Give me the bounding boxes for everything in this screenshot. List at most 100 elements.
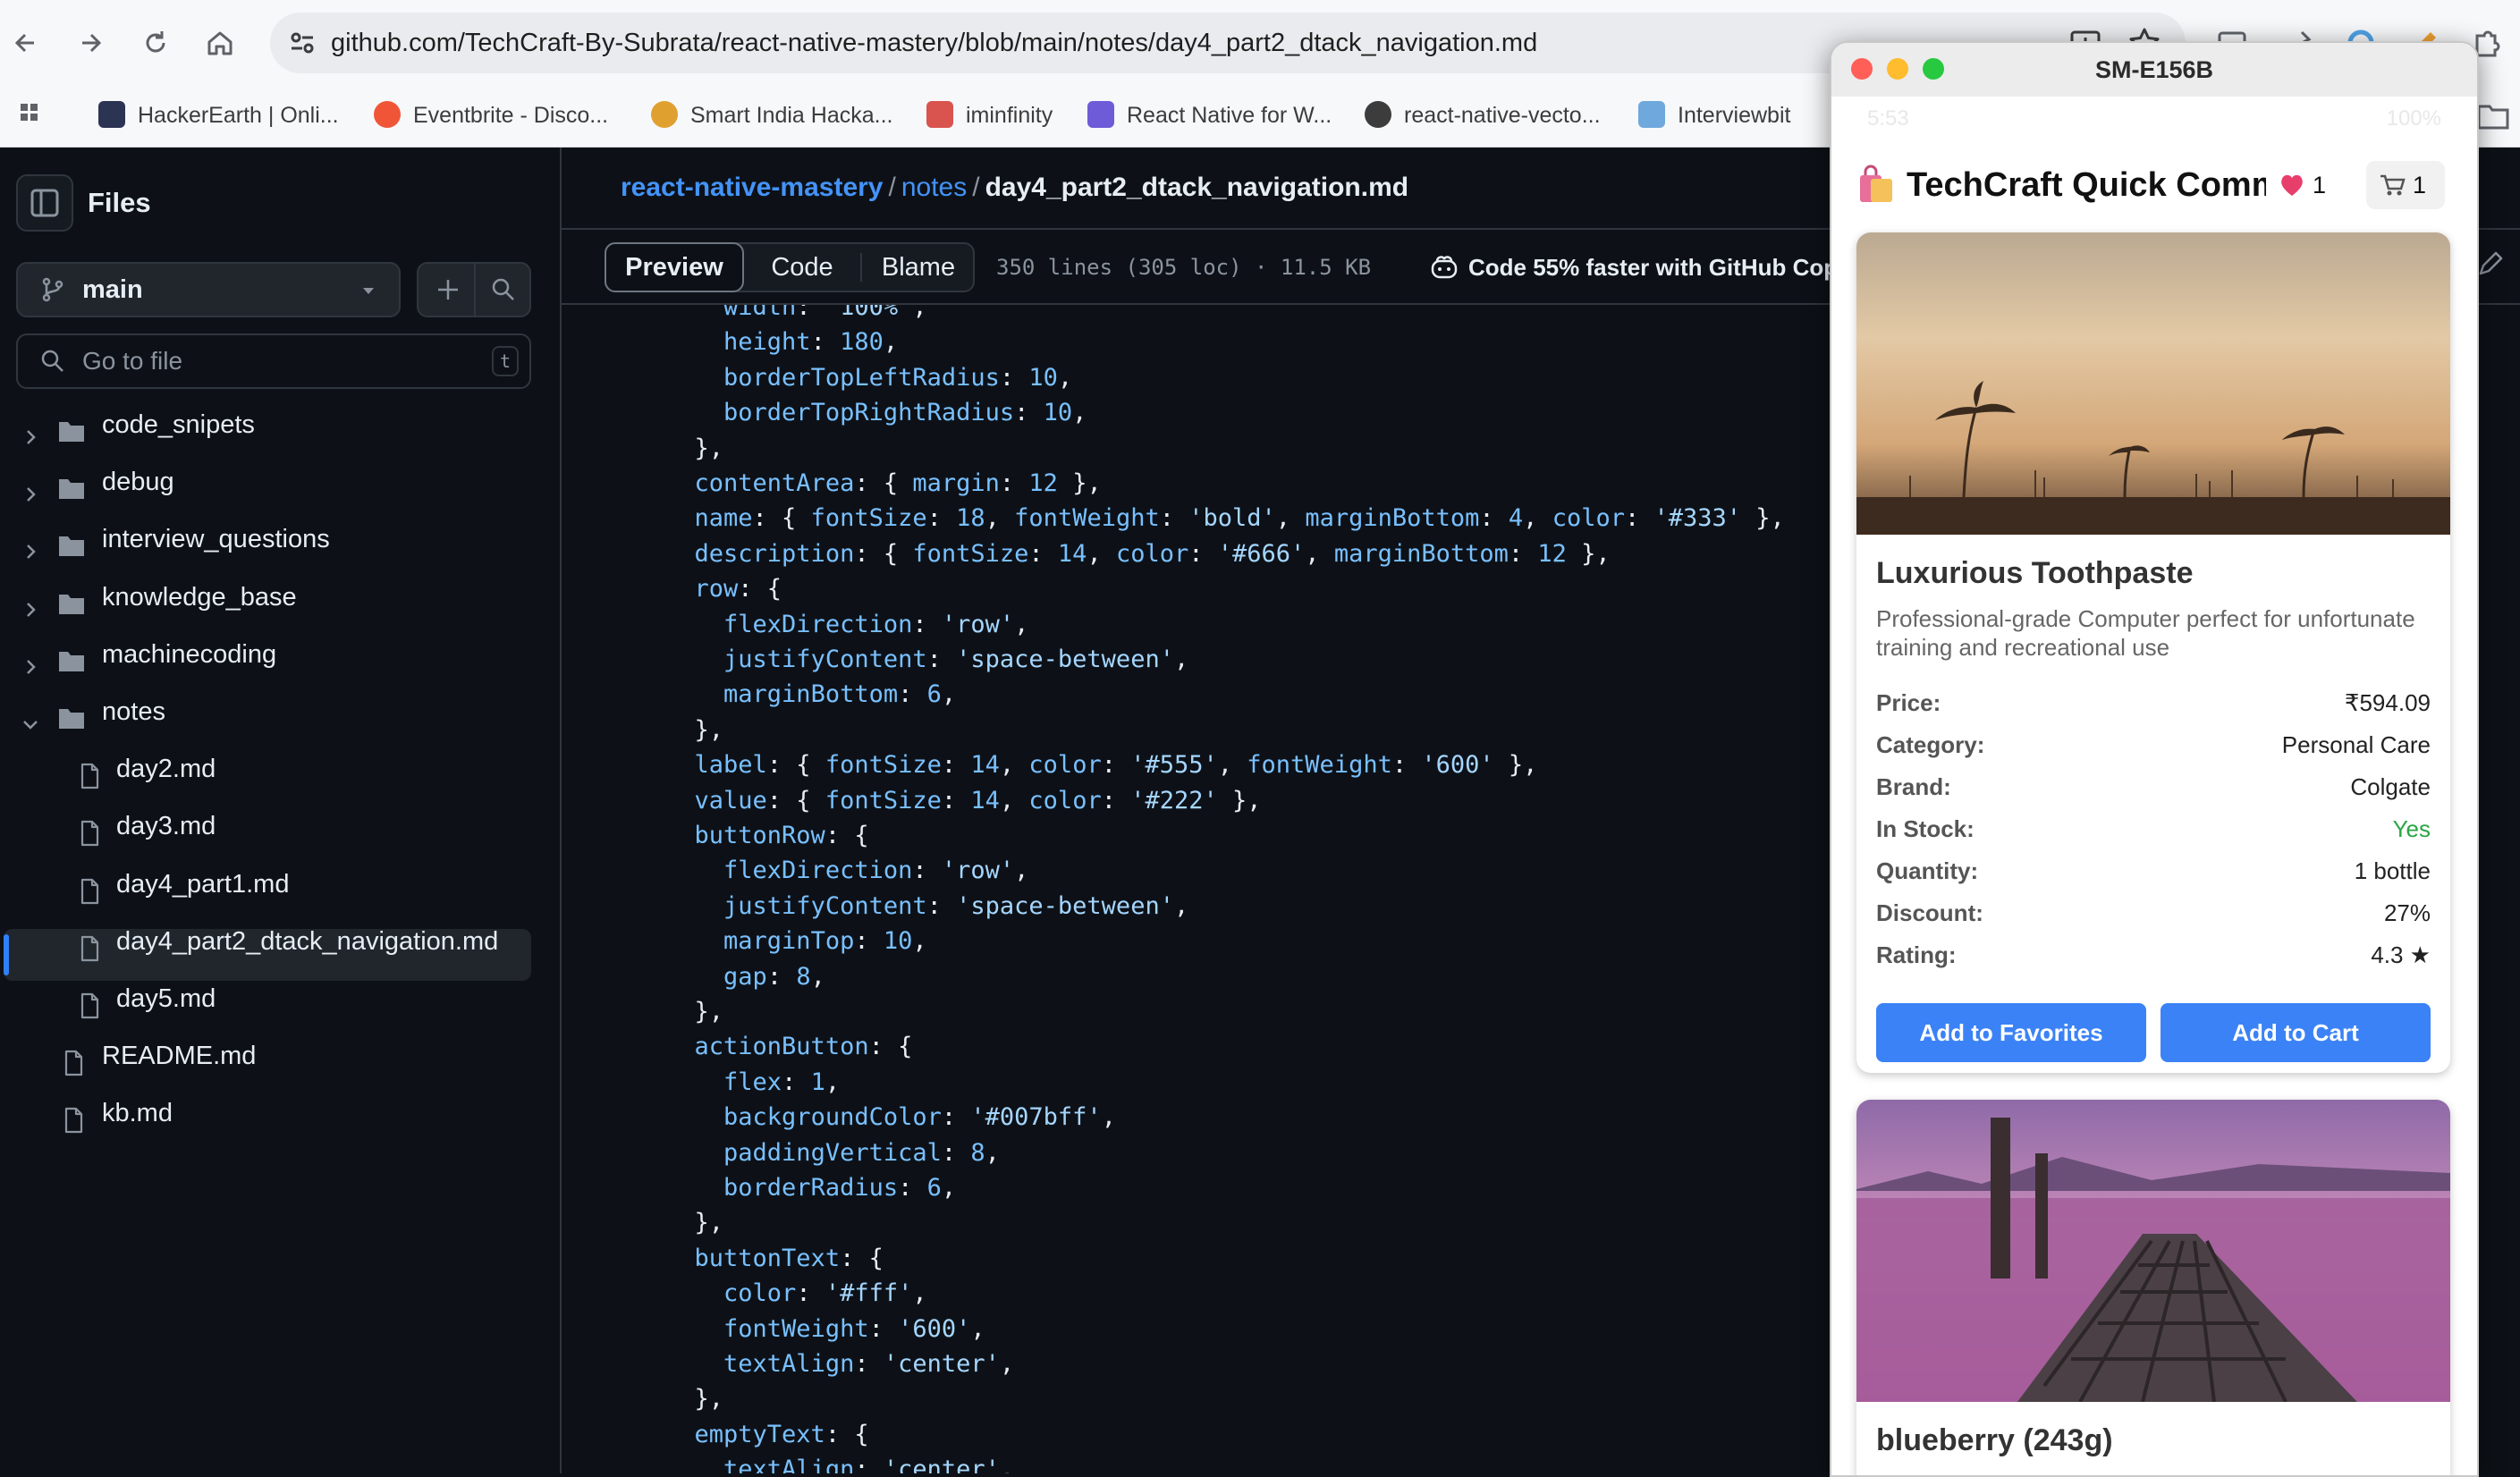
file-icon [75,871,104,904]
favorites-count: 1 [2313,172,2327,198]
tree-folder-code-snipets[interactable]: code_snipets [0,399,537,451]
tree-file-kb-md[interactable]: kb.md [0,1087,537,1139]
breadcrumb: react-native-mastery / notes / day4_part2_dt… [621,148,1408,228]
tab-preview[interactable]: Preview [605,242,744,292]
tab-code[interactable]: Code [746,242,858,292]
spec-value: ₹594.09 [2344,689,2431,716]
spec-label: Category: [1876,731,1985,758]
spec-row-brand: Brand: Colgate [1876,769,2431,805]
code-line: width: '100%', [723,305,927,321]
code-line: textAlign: 'center', [723,1350,1015,1378]
breadcrumb-folder-link[interactable]: notes [901,173,967,202]
chevron-down-icon[interactable] [20,701,41,730]
code-line: borderTopLeftRadius: 10, [723,363,1073,392]
product-image [1856,232,2450,535]
branch-selector[interactable]: main [16,262,401,317]
reload-button[interactable] [136,23,175,63]
view-mode-tabs: Preview Code Blame [605,242,975,292]
chevron-right-icon[interactable] [20,587,41,617]
code-line: justifyContent: 'space-between', [723,891,1189,920]
tab-blame[interactable]: Blame [862,242,975,292]
tree-file-day4-part1-md[interactable]: day4_part1.md [0,858,537,910]
phone-status-bar: 5:53 100% [1831,97,2477,141]
bookmark-label: Smart India Hacka... [690,103,893,128]
tree-folder-interview-questions[interactable]: interview_questions [0,513,537,565]
chevron-right-icon[interactable] [20,644,41,674]
bookmark-hackerearth[interactable]: HackerEarth | Onli... [98,84,339,147]
chevron-right-icon[interactable] [20,471,41,502]
code-line: flexDirection: 'row', [723,610,1029,638]
product-description: Professional-grade Computer perfect for … [1876,605,2415,661]
tree-item-label: interview_questions [102,525,330,554]
url-text[interactable]: github.com/TechCraft-By-Subrata/react-na… [331,13,1537,73]
tree-file-day2-md[interactable]: day2.md [0,743,537,795]
code-line: row: { [694,575,782,603]
folder-icon [57,584,86,614]
go-to-file-input[interactable]: Go to file t [16,333,531,389]
copilot-promo[interactable]: Code 55% faster with GitHub Copil [1429,230,1851,305]
search-icon[interactable] [490,276,517,303]
bookmark-iminfinity[interactable]: iminfinity [926,84,1053,147]
product-name: blueberry (243g) [1876,1423,2113,1457]
favorites-badge-button[interactable]: 1 [2266,161,2345,209]
collapse-sidebar-button[interactable] [16,174,73,232]
chevron-right-icon[interactable] [20,528,41,560]
all-bookmarks-folder-icon[interactable] [2477,84,2509,147]
heart-icon [2281,174,2303,196]
keyboard-shortcut-badge: t [492,346,519,376]
code-line: buttonText: { [694,1244,884,1272]
tree-item-label: README.md [102,1042,257,1071]
app-header: TechCraft Quick Comm 1 1 [1831,141,2477,229]
bookmark-eventbrite[interactable]: Eventbrite - Disco... [374,84,608,147]
forward-button[interactable] [70,23,109,63]
chevron-right-icon[interactable] [20,414,41,444]
code-line: gap: 8, [723,962,825,991]
tree-folder-notes[interactable]: notes [0,686,537,738]
bookmark-interviewbit[interactable]: Interviewbit [1638,84,1790,147]
interviewbit-icon [1638,101,1665,129]
tree-folder-machinecoding[interactable]: machinecoding [0,629,537,680]
tree-folder-debug[interactable]: debug [0,456,537,508]
sidebar-panel-icon [30,189,59,217]
spec-row-quantity: Quantity: 1 bottle [1876,853,2431,889]
bookmark-sih[interactable]: Smart India Hacka... [651,84,892,147]
bookmark-label: Eventbrite - Disco... [413,103,609,128]
plus-icon[interactable] [435,276,461,303]
back-button[interactable] [7,23,47,63]
apps-grid-icon[interactable] [18,84,48,147]
home-button[interactable] [200,23,240,63]
cart-badge-button[interactable]: 1 [2366,161,2445,209]
spec-value: Colgate [2350,773,2431,800]
add-to-cart-button[interactable]: Add to Cart [2161,1003,2431,1062]
tree-folder-knowledge-base[interactable]: knowledge_base [0,571,537,623]
status-time: 5:53 [1867,106,1909,131]
tree-item-label: day3.md [116,812,216,841]
tree-file-day4-part2-dtack-navigation-md[interactable]: day4_part2_dtack_navigation.md [0,916,537,967]
tree-item-label: code_snipets [102,410,255,439]
tree-file-readme-md[interactable]: README.md [0,1030,537,1082]
add-file-button[interactable] [417,262,531,317]
spec-value: 4.3 ★ [2371,941,2431,968]
code-line: justifyContent: 'space-between', [723,646,1189,673]
tree-item-label: knowledge_base [102,582,297,612]
battery-level: 100% [2386,106,2441,131]
arrow-right-icon [82,33,102,53]
code-line: textAlign: 'center', [723,1456,1015,1473]
bookmark-react-native-web[interactable]: React Native for W... [1087,84,1332,147]
code-line: buttonRow: { [694,822,869,849]
bookmark-react-native-vector[interactable]: react-native-vecto... [1365,84,1601,147]
folder-icon [57,468,86,500]
breadcrumb-separator: / [972,173,980,202]
add-to-favorites-button[interactable]: Add to Favorites [1876,1003,2146,1062]
product-card: Luxurious Toothpaste Professional-grade … [1856,232,2450,1073]
tree-file-day5-md[interactable]: day5.md [0,973,537,1025]
site-info-icon[interactable] [284,25,320,61]
breadcrumb-repo-link[interactable]: react-native-mastery [621,173,883,202]
iminfinity-icon [926,101,953,129]
hackerearth-icon [98,101,125,129]
product-name: Luxurious Toothpaste [1876,556,2194,590]
caret-down-icon [363,288,374,294]
spec-row-in-stock: In Stock: Yes [1876,811,2431,847]
tree-file-day3-md[interactable]: day3.md [0,800,537,852]
code-line: marginBottom: 6, [723,680,957,709]
